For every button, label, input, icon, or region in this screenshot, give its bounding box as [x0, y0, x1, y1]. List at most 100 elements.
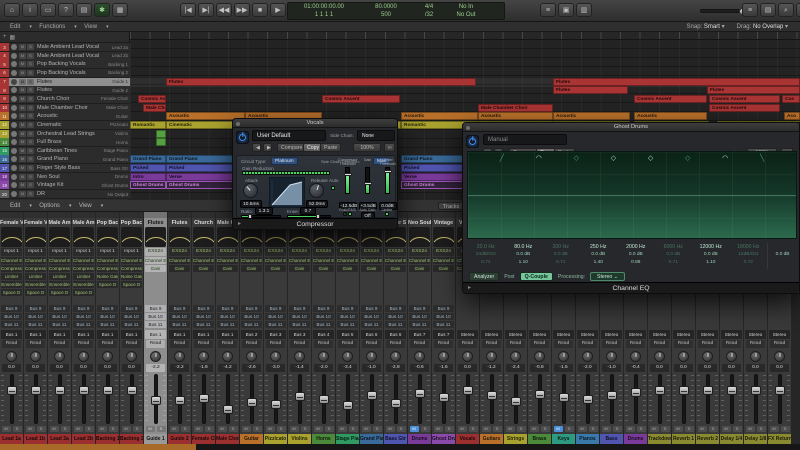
preset-selector[interactable]: Manual	[483, 134, 567, 145]
automation-mode-button[interactable]: Read	[362, 340, 381, 348]
audio-fx-slot[interactable]: Compressor	[25, 265, 46, 272]
pan-knob[interactable]	[102, 350, 113, 362]
audio-fx-slot[interactable]: Noise Gate	[121, 273, 142, 280]
eq-band-column[interactable]: 2000 Hz 0.0 dB 0.88	[617, 243, 655, 269]
mixer-strip[interactable]: Male Am Input 1Channel EQCompressorLimite…	[48, 212, 72, 444]
region[interactable]: Acoustic	[401, 112, 478, 121]
mute-button[interactable]: M	[1, 426, 11, 432]
fader-cap[interactable]	[486, 391, 497, 401]
mute-button[interactable]: M	[337, 426, 347, 432]
mixer-strip[interactable]: OrchestEXS24Channel EQGainBus 9Bus 10Bus…	[288, 212, 312, 444]
fader[interactable]	[169, 374, 190, 424]
lcd-timesig-value[interactable]: 4/4	[412, 3, 446, 11]
strip-name-label[interactable]: Ghost Drums	[432, 434, 455, 444]
search-icon[interactable]: ↻	[796, 3, 800, 17]
mute-button[interactable]: M	[193, 426, 203, 432]
fader-cap[interactable]	[174, 395, 185, 405]
strip-name-label[interactable]: Guitars	[480, 434, 503, 444]
automation-mode-button[interactable]: Read	[194, 340, 213, 348]
channel-eq-plugin-window[interactable]: Ghost Drums Manual ◀ ▶ Compare Copy Past…	[462, 122, 800, 294]
band-frequency[interactable]: 20.0 Hz	[467, 243, 505, 251]
audio-fx-slot[interactable]: Ensemble	[49, 281, 70, 288]
send-slot[interactable]: Bus 11	[265, 321, 286, 328]
instrument-slot[interactable]: EXS24	[289, 248, 310, 256]
send-slot[interactable]: Bus 10	[409, 313, 430, 320]
mixer-strip[interactable]: Pop Bac Input 1Channel EQCompressorNoise …	[96, 212, 120, 444]
send-slot[interactable]: Bus 10	[49, 313, 70, 320]
solo-button[interactable]: S	[84, 426, 94, 432]
instrument-slot[interactable]: EXS24	[385, 248, 406, 256]
mute-button[interactable]: M	[649, 426, 659, 432]
volume-value[interactable]: -3.4	[338, 364, 357, 372]
fader-cap[interactable]	[126, 386, 137, 395]
output-slot[interactable]: Bus 1	[121, 330, 142, 339]
solo-button[interactable]: S	[660, 426, 670, 432]
mixer-strip[interactable]: Male ChEXS24Channel EQGainBus 9Bus 10Bus…	[216, 212, 240, 444]
input-slot[interactable]: Input 1	[121, 248, 142, 256]
band-q[interactable]: 0.71	[467, 259, 505, 267]
solo-button[interactable]: S	[468, 426, 478, 432]
mixer-strip[interactable]: FlutesEXS24Channel EQGainBus 9Bus 10Bus …	[168, 212, 192, 444]
strip-name-label[interactable]: Vocals	[456, 434, 479, 444]
output-slot[interactable]: Stereo Out	[457, 330, 478, 339]
lowshelf-band-icon[interactable]: ◠	[536, 154, 542, 164]
automation-mode-button[interactable]: Read	[338, 340, 357, 348]
strip-setting-button[interactable]	[168, 212, 191, 218]
solo-button[interactable]: S	[444, 426, 454, 432]
send-slot[interactable]: Bus 9	[361, 305, 382, 312]
pan-knob[interactable]	[462, 350, 473, 362]
solo-button[interactable]: S	[348, 426, 358, 432]
sidebar-disclosure-icon[interactable]: ▸	[238, 219, 241, 230]
send-slot[interactable]: Bus 11	[97, 321, 118, 328]
track-row[interactable]: 13 M S Orchestral Lead Strings Violins	[0, 129, 130, 139]
volume-value[interactable]: 0.0	[26, 364, 45, 372]
meter-handle[interactable]	[364, 181, 372, 185]
mix-selector[interactable]: 100%	[353, 143, 381, 152]
strip-eq-thumbnail[interactable]	[145, 227, 166, 247]
output-slot[interactable]: Stereo Out	[529, 330, 550, 339]
band-frequency[interactable]: 6000 Hz	[655, 243, 693, 251]
metronome-icon[interactable]: ▣	[558, 3, 574, 17]
send-slot[interactable]: Bus 10	[217, 313, 238, 320]
solo-button[interactable]: S	[492, 426, 502, 432]
region[interactable]: Ghost Drums	[130, 181, 166, 190]
instrument-slot[interactable]: EXS24	[145, 248, 166, 256]
mute-button[interactable]: M	[505, 426, 515, 432]
quick-help-icon[interactable]: ?	[58, 3, 74, 17]
band-q[interactable]: 0.71	[542, 259, 580, 267]
solo-button[interactable]: S	[156, 426, 166, 432]
eq-graph-display[interactable]: ╱ ◠ ◇ ◇ ◇ ◇ ◠ ╲	[467, 151, 797, 239]
automation-mode-button[interactable]: Read	[458, 340, 477, 348]
band-gain[interactable]: 0.0 dB	[505, 251, 543, 259]
instrument-slot[interactable]: EXS24	[169, 248, 190, 256]
solo-button[interactable]: S	[252, 426, 262, 432]
send-slot[interactable]: Bus 11	[193, 321, 214, 328]
menu-view[interactable]: View	[84, 24, 97, 30]
fader[interactable]	[73, 374, 94, 424]
track-solo-button[interactable]: S	[27, 165, 34, 172]
fader[interactable]	[217, 374, 238, 424]
send-slot[interactable]: Bus 9	[265, 305, 286, 312]
send-slot[interactable]: Bus 10	[385, 313, 406, 320]
region[interactable]	[156, 138, 166, 147]
track-row[interactable]: 8 M S Flutes Guide 2	[0, 86, 130, 96]
strip-name-label[interactable]: Stage Piano	[336, 434, 359, 444]
instrument-slot[interactable]: EXS24	[241, 248, 262, 256]
mixer-strip[interactable]: Female V Input 1Channel EQCompressorLimit…	[24, 212, 48, 444]
strip-name-label[interactable]: Trackdown	[648, 434, 671, 444]
track-solo-button[interactable]: S	[27, 95, 34, 102]
automation-mode-button[interactable]: Read	[722, 340, 741, 348]
strip-eq-thumbnail[interactable]	[241, 227, 262, 247]
output-slot[interactable]: Bus 5	[337, 330, 358, 339]
strip-eq-thumbnail[interactable]	[121, 227, 142, 247]
send-slot[interactable]: Bus 9	[289, 305, 310, 312]
output-slot[interactable]: Stereo Out	[553, 330, 574, 339]
automation-mode-button[interactable]: Read	[626, 340, 645, 348]
track-row[interactable]: 14 M S Full Brass Horns	[0, 138, 130, 148]
pan-knob[interactable]	[702, 350, 713, 362]
fader[interactable]	[529, 374, 550, 424]
pan-knob[interactable]	[750, 350, 761, 362]
audio-fx-slot[interactable]: Compressor	[49, 265, 70, 272]
audio-fx-slot[interactable]: Channel EQ	[409, 257, 430, 264]
automation-mode-button[interactable]: Read	[482, 340, 501, 348]
